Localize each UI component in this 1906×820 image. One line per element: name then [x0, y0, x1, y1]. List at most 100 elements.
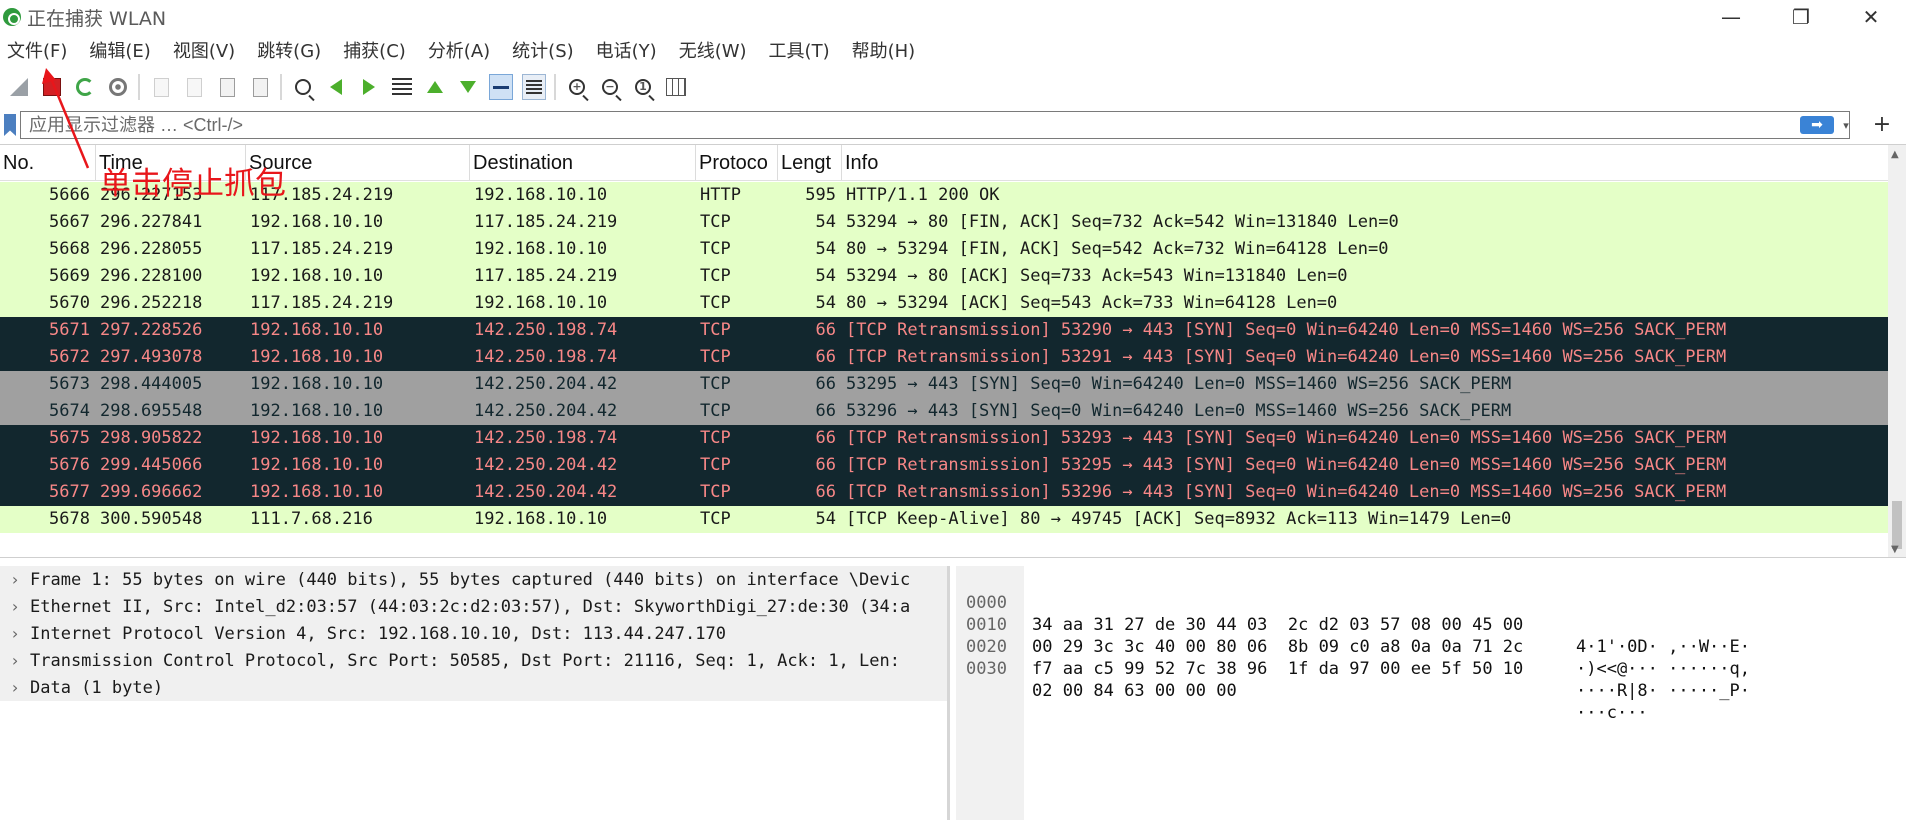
menu-statistics[interactable]: 统计(S)	[512, 37, 573, 63]
column-header-destination[interactable]: Destination	[470, 145, 696, 180]
toolbar-separator	[138, 74, 140, 100]
column-header-protocol[interactable]: Protoco	[696, 145, 778, 180]
minimize-button[interactable]: —	[1696, 0, 1766, 34]
save-file-button[interactable]	[180, 72, 208, 102]
normal-size-icon: 1	[635, 79, 651, 95]
resize-columns-button[interactable]	[662, 72, 690, 102]
zoom-out-icon: −	[602, 79, 618, 95]
annotation-label: 单击停止抓包	[100, 166, 286, 202]
close-file-button[interactable]	[213, 72, 241, 102]
expand-chevron-icon[interactable]: ›	[0, 624, 30, 643]
bytes-row[interactable]: 0000 34 aa 31 27 de 30 44 03 2c d2 03 57…	[956, 570, 1896, 657]
detail-row-tcp[interactable]: › Transmission Control Protocol, Src Por…	[0, 647, 947, 674]
packet-source: 117.185.24.219	[250, 293, 394, 313]
column-header-info[interactable]: Info	[842, 145, 1906, 180]
window-title: 正在捕获 WLAN	[27, 7, 167, 30]
menu-view[interactable]: 视图(V)	[173, 37, 235, 63]
packet-row[interactable]: 5668 296.228055 117.185.24.219 192.168.10.1…	[0, 236, 1888, 263]
packet-source: 192.168.10.10	[250, 401, 384, 421]
packet-time: 298.905822	[100, 428, 203, 448]
bytes-row[interactable]: 0030 02 00 84 63 00 00 00 ···c···	[956, 636, 1896, 723]
go-back-button[interactable]	[322, 72, 350, 102]
packet-time: 297.228526	[100, 320, 203, 340]
packet-protocol: TCP	[700, 482, 731, 502]
reload-file-button[interactable]	[246, 72, 274, 102]
packet-no: 5677	[49, 482, 90, 502]
packet-length: 595	[805, 185, 836, 205]
bytes-ascii[interactable]: ····R|8· ·····_P·	[1576, 680, 1750, 702]
expand-chevron-icon[interactable]: ›	[0, 597, 30, 616]
autoscroll-button[interactable]	[487, 72, 515, 102]
go-to-packet-button[interactable]	[388, 72, 416, 102]
filter-history-dropdown[interactable]: ▾	[1839, 114, 1853, 136]
menu-bar: 文件(F) 编辑(E) 视图(V) 跳转(G) 捕获(C) 分析(A) 统计(S…	[0, 36, 930, 64]
detail-row-frame[interactable]: › Frame 1: 55 bytes on wire (440 bits), …	[0, 566, 947, 593]
packet-length: 54	[815, 266, 836, 286]
packet-row[interactable]: 5669 296.228100 192.168.10.10 117.185.24.21…	[0, 263, 1888, 290]
menu-tools[interactable]: 工具(T)	[769, 37, 830, 63]
open-file-button[interactable]	[147, 72, 175, 102]
detail-text: Frame 1: 55 bytes on wire (440 bits), 55…	[30, 569, 911, 590]
packet-length: 66	[815, 374, 836, 394]
expand-chevron-icon[interactable]: ›	[0, 678, 30, 697]
packet-list-scrollbar[interactable]: ▲ ▼	[1888, 145, 1906, 557]
bytes-ascii[interactable]: ···c···	[1576, 702, 1648, 724]
packet-row[interactable]: 5677 299.696662 192.168.10.10 142.250.204.4…	[0, 479, 1888, 506]
find-packet-button[interactable]	[289, 72, 317, 102]
packet-row[interactable]: 5674 298.695548 192.168.10.10 142.250.204.4…	[0, 398, 1888, 425]
normal-size-button[interactable]: 1	[629, 72, 657, 102]
packet-row[interactable]: 5671 297.228526 192.168.10.10 142.250.198.7…	[0, 317, 1888, 344]
menu-edit[interactable]: 编辑(E)	[89, 37, 150, 63]
detail-row-ethernet[interactable]: › Ethernet II, Src: Intel_d2:03:57 (44:0…	[0, 593, 947, 620]
go-last-button[interactable]	[454, 72, 482, 102]
go-first-button[interactable]	[421, 72, 449, 102]
go-forward-button[interactable]	[355, 72, 383, 102]
menu-capture[interactable]: 捕获(C)	[343, 37, 406, 63]
bytes-hex[interactable]: f7 aa c5 99 52 7c 38 96 1f da 97 00 ee 5…	[1032, 658, 1523, 680]
packet-no: 5666	[49, 185, 90, 205]
packet-row[interactable]: 5678 300.590548 111.7.68.216 192.168.10.10 T…	[0, 506, 1888, 533]
packet-row[interactable]: 5667 296.227841 192.168.10.10 117.185.24.21…	[0, 209, 1888, 236]
packet-info: [TCP Retransmission] 53295 → 443 [SYN] S…	[846, 455, 1727, 475]
add-filter-button[interactable]: +	[1871, 110, 1893, 138]
bytes-ascii[interactable]: ·)<<@··· ······q,	[1576, 658, 1750, 680]
packet-no: 5668	[49, 239, 90, 259]
menu-telephony[interactable]: 电话(Y)	[596, 37, 657, 63]
bytes-row[interactable]: 0010 00 29 3c 3c 40 00 80 06 8b 09 c0 a8…	[956, 592, 1896, 679]
close-button[interactable]: ✕	[1836, 0, 1906, 34]
menu-help[interactable]: 帮助(H)	[852, 37, 916, 63]
capture-options-button[interactable]	[104, 72, 132, 102]
menu-wireless[interactable]: 无线(W)	[679, 37, 747, 63]
menu-analyze[interactable]: 分析(A)	[428, 37, 490, 63]
expand-chevron-icon[interactable]: ›	[0, 570, 30, 589]
display-filter-input[interactable]: 应用显示过滤器 … <Ctrl-/>	[20, 111, 1850, 139]
apply-filter-button[interactable]: ➡	[1800, 116, 1834, 134]
detail-row-ip[interactable]: › Internet Protocol Version 4, Src: 192.…	[0, 620, 947, 647]
packet-time: 300.590548	[100, 509, 203, 529]
packet-row[interactable]: 5675 298.905822 192.168.10.10 142.250.198.7…	[0, 425, 1888, 452]
packet-row[interactable]: 5673 298.444005 192.168.10.10 142.250.204.4…	[0, 371, 1888, 398]
zoom-in-button[interactable]: +	[563, 72, 591, 102]
scrollbar-thumb[interactable]	[1892, 501, 1902, 549]
packet-protocol: HTTP	[700, 185, 741, 205]
maximize-button[interactable]: ❐	[1766, 0, 1836, 34]
resize-columns-icon	[666, 78, 686, 96]
menu-file[interactable]: 文件(F)	[7, 37, 67, 63]
packet-protocol: TCP	[700, 509, 731, 529]
column-header-length[interactable]: Lengt	[778, 145, 842, 180]
colorize-button[interactable]	[520, 72, 548, 102]
scroll-up-icon[interactable]: ▲	[1891, 149, 1899, 160]
packet-row[interactable]: 5676 299.445066 192.168.10.10 142.250.204.4…	[0, 452, 1888, 479]
detail-row-data[interactable]: › Data (1 byte)	[0, 674, 947, 701]
start-capture-button[interactable]	[5, 72, 33, 102]
bookmark-icon[interactable]	[4, 114, 16, 136]
menu-go[interactable]: 跳转(G)	[257, 37, 321, 63]
bytes-hex[interactable]: 02 00 84 63 00 00 00	[1032, 680, 1237, 702]
packet-time: 296.227841	[100, 212, 203, 232]
packet-row[interactable]: 5670 296.252218 117.185.24.219 192.168.10.1…	[0, 290, 1888, 317]
bytes-row[interactable]: 0020 f7 aa c5 99 52 7c 38 96 1f da 97 00…	[956, 614, 1896, 701]
packet-row[interactable]: 5672 297.493078 192.168.10.10 142.250.198.7…	[0, 344, 1888, 371]
zoom-out-button[interactable]: −	[596, 72, 624, 102]
scroll-down-icon[interactable]: ▼	[1891, 544, 1899, 555]
expand-chevron-icon[interactable]: ›	[0, 651, 30, 670]
